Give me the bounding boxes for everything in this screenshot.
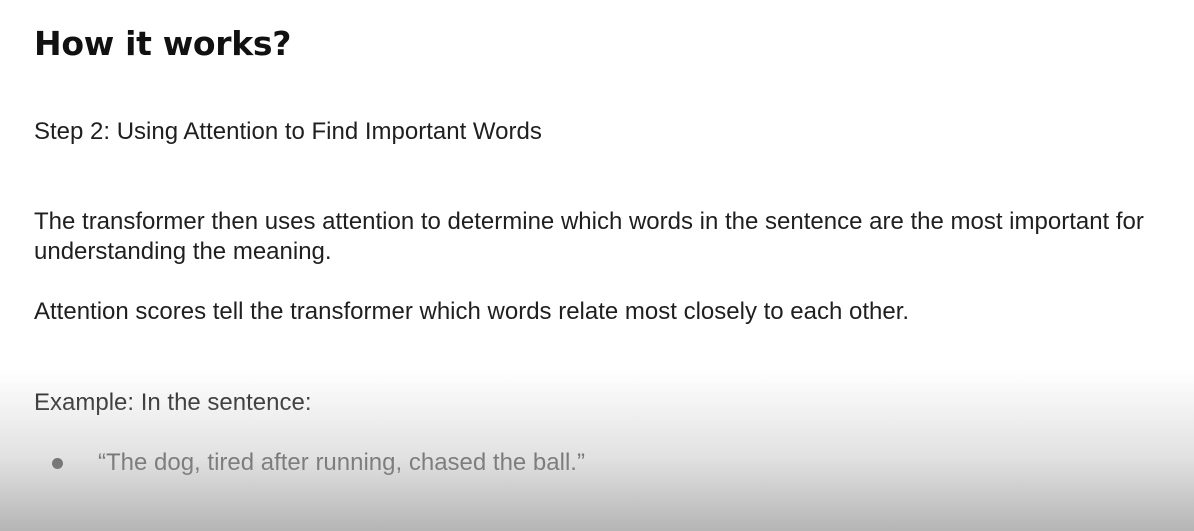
list-item: “The dog, tired after running, chased th… bbox=[34, 448, 585, 478]
example-bullet-list: “The dog, tired after running, chased th… bbox=[34, 448, 585, 478]
example-sentence: “The dog, tired after running, chased th… bbox=[98, 449, 585, 476]
bullet-dot-icon bbox=[52, 458, 63, 469]
slide-title: How it works? bbox=[34, 24, 292, 63]
paragraph-attention: The transformer then uses attention to d… bbox=[34, 208, 1144, 265]
step-heading: Step 2: Using Attention to Find Importan… bbox=[34, 118, 542, 145]
slide: How it works? Step 2: Using Attention to… bbox=[0, 0, 1194, 531]
example-label: Example: In the sentence: bbox=[34, 389, 312, 416]
paragraph-attention-scores: Attention scores tell the transformer wh… bbox=[34, 298, 910, 325]
